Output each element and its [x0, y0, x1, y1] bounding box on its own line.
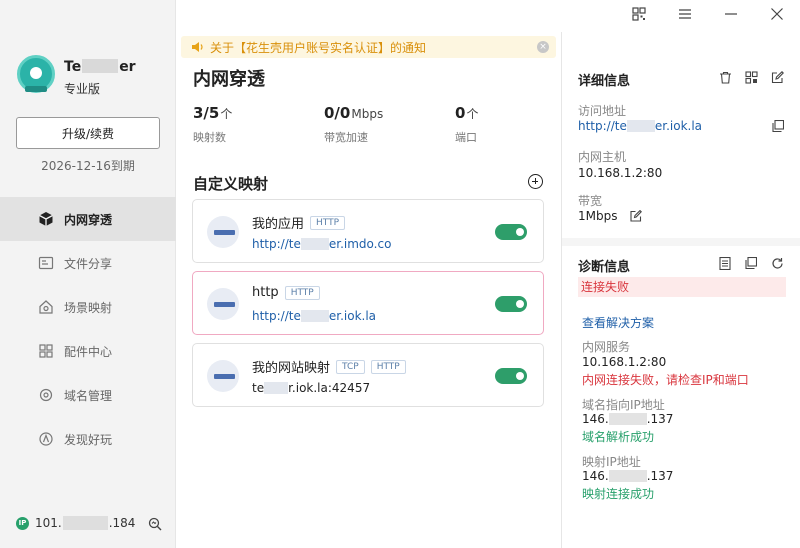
sidebar-item-scene[interactable]: 场景映射 — [0, 285, 176, 329]
access-url[interactable]: http://te er.iok.la — [578, 119, 702, 133]
map-ip-label: 映射IP地址 — [582, 455, 641, 469]
page-title: 内网穿透 — [193, 69, 265, 90]
protocol-tag: TCP — [336, 359, 365, 374]
protocol-tag: HTTP — [370, 359, 406, 374]
expire-date: 2026-12-16到期 — [41, 159, 135, 173]
sidebar-item-domain[interactable]: 域名管理 — [0, 373, 176, 417]
sidebar-nav: 内网穿透 文件分享 场景映射 配件中心 域名管理 发现好玩 — [0, 197, 176, 461]
network-search-icon[interactable] — [148, 517, 162, 535]
delete-icon[interactable] — [718, 70, 732, 84]
notice-banner[interactable]: 关于【花生壳用户账号实名认证】的通知 × — [181, 36, 556, 58]
app-logo-icon — [17, 55, 55, 93]
service-label: 内网服务 — [582, 340, 631, 354]
diagnosis-title: 诊断信息 — [578, 260, 631, 275]
sidebar-item-label: 域名管理 — [64, 388, 113, 403]
stat-mappings: 3/5个 映射数 — [193, 104, 233, 144]
menu-button[interactable] — [662, 0, 708, 32]
add-mapping-icon[interactable] — [528, 174, 543, 189]
upgrade-button[interactable]: 升级/续费 — [16, 117, 160, 149]
mapping-address: te r.iok.la:42457 — [252, 381, 371, 395]
mapping-url[interactable]: http://te er.iok.la — [252, 309, 376, 323]
scene-home-icon — [37, 299, 54, 316]
bandwidth-value: 1Mbps — [578, 209, 618, 223]
sidebar-item-label: 场景映射 — [64, 300, 113, 315]
mapping-card[interactable]: 我的应用 HTTP http://te er.imdo.co — [192, 199, 544, 263]
qrcode-button[interactable] — [616, 0, 662, 32]
mapping-name: 我的网站映射 — [252, 361, 331, 376]
mapping-card[interactable]: 我的网站映射 TCP HTTP te r.iok.la:42457 — [192, 343, 544, 407]
cube-icon — [37, 211, 54, 228]
sidebar-item-intranet[interactable]: 内网穿透 — [0, 197, 176, 241]
protocol-tag: HTTP — [310, 215, 346, 230]
detail-panel: 详细信息 访问地址 http://te er.iok.la 内网主机 10.168… — [561, 32, 800, 548]
notice-text[interactable]: 关于【花生壳用户账号实名认证】的通知 — [210, 39, 426, 56]
domain-ok: 域名解析成功 — [582, 430, 655, 444]
minimize-icon — [725, 8, 737, 24]
sidebar-item-label: 内网穿透 — [64, 212, 113, 227]
sidebar-item-discover[interactable]: 发现好玩 — [0, 417, 176, 461]
sidebar-item-label: 文件分享 — [64, 256, 113, 271]
window-controls — [616, 0, 800, 32]
service-value: 10.168.1.2:80 — [582, 355, 667, 369]
mapping-app-icon — [207, 360, 239, 392]
section-title: 自定义映射 — [193, 175, 269, 193]
sidebar-item-label: 发现好玩 — [64, 432, 113, 447]
panel-divider — [562, 238, 800, 246]
copy-icon[interactable] — [744, 256, 758, 270]
access-label: 访问地址 — [578, 104, 627, 118]
copy-icon[interactable] — [772, 119, 785, 136]
domain-ip-value: 146. .137 — [582, 412, 674, 426]
hamburger-menu-icon — [678, 8, 692, 24]
sidebar-item-file-share[interactable]: 文件分享 — [0, 241, 176, 285]
mapping-toggle[interactable] — [495, 368, 527, 384]
accessory-grid-icon — [37, 343, 54, 360]
file-share-icon — [37, 255, 54, 272]
host-value: 10.168.1.2:80 — [578, 166, 663, 180]
close-icon — [771, 8, 783, 24]
protocol-tag: HTTP — [284, 285, 320, 300]
domain-gear-icon — [37, 387, 54, 404]
map-ok: 映射连接成功 — [582, 487, 655, 501]
detail-title: 详细信息 — [578, 74, 631, 89]
qrcode-icon — [632, 7, 646, 25]
discover-icon — [37, 431, 54, 448]
host-label: 内网主机 — [578, 150, 627, 164]
bandwidth-label: 带宽 — [578, 194, 603, 208]
domain-ip-label: 域名指向IP地址 — [582, 398, 665, 412]
map-ip-value: 146. .137 — [582, 469, 674, 483]
diagnosis-status: 连接失败 — [578, 277, 786, 297]
sidebar-item-label: 配件中心 — [64, 344, 113, 359]
stat-ports: 0个 端口 — [455, 104, 479, 144]
mapping-card-selected[interactable]: http HTTP http://te er.iok.la — [192, 271, 544, 335]
log-icon[interactable] — [718, 256, 732, 270]
sidebar: Te er 专业版 升级/续费 2026-12-16到期 内网穿透 文件分享 场景… — [0, 0, 176, 548]
mapping-toggle[interactable] — [495, 224, 527, 240]
minimize-button[interactable] — [708, 0, 754, 32]
edit-icon[interactable] — [770, 70, 784, 84]
account-name: Te er — [64, 59, 136, 75]
notice-close-icon[interactable]: × — [537, 41, 549, 53]
stat-bandwidth: 0/0Mbps 带宽加速 — [324, 104, 384, 144]
mapping-app-icon — [207, 216, 239, 248]
mapping-toggle[interactable] — [495, 296, 527, 312]
account-edition: 专业版 — [64, 82, 101, 96]
public-ip: IP 101. .184 — [16, 516, 135, 530]
mapping-app-icon — [207, 288, 239, 320]
close-window-button[interactable] — [754, 0, 800, 32]
qrcode-icon[interactable] — [744, 70, 758, 84]
refresh-icon[interactable] — [770, 256, 784, 270]
mapping-name: 我的应用 — [252, 217, 305, 232]
speaker-icon — [191, 41, 204, 53]
sidebar-item-accessory[interactable]: 配件中心 — [0, 329, 176, 373]
mapping-url[interactable]: http://te er.imdo.co — [252, 237, 391, 251]
mapping-name: http — [252, 285, 279, 300]
ip-badge-icon: IP — [16, 516, 29, 530]
solution-link[interactable]: 查看解决方案 — [582, 314, 654, 331]
service-error: 内网连接失败，请检查IP和端口 — [582, 373, 749, 387]
edit-bandwidth-icon[interactable] — [630, 209, 642, 226]
